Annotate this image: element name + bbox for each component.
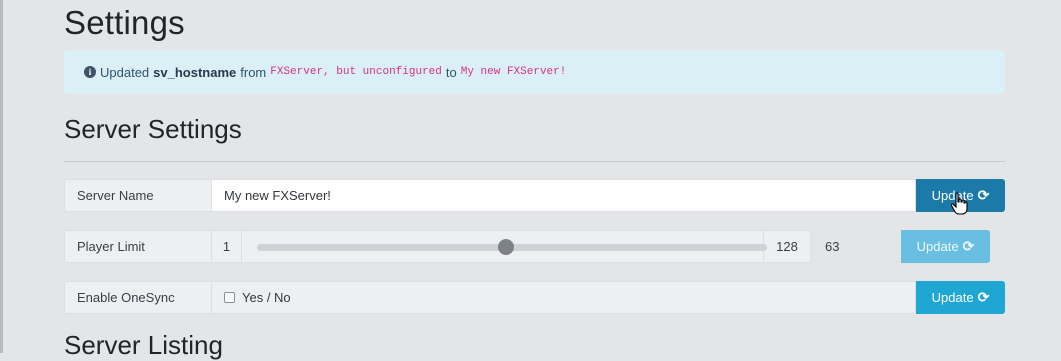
player-limit-slider[interactable] — [242, 230, 767, 263]
refresh-icon: ⟳ — [977, 187, 990, 203]
player-limit-label: Player Limit — [64, 230, 211, 263]
info-circle-icon: i — [84, 66, 96, 78]
player-limit-update-button[interactable]: Update ⟳ — [901, 230, 990, 263]
update-button-label: Update — [916, 239, 959, 254]
alert-old-value: FXServer, but unconfigured — [270, 66, 442, 78]
server-name-update-button[interactable]: Update ⟳ — [916, 179, 1005, 212]
slider-thumb[interactable] — [497, 239, 514, 255]
alert-key: sv_hostname — [153, 64, 237, 80]
update-button-label: Update — [931, 290, 974, 305]
alert-new-value: My new FXServer! — [460, 66, 567, 78]
player-limit-value: 63 — [825, 239, 840, 254]
update-alert: i Updated sv_hostname from FXServer, but… — [64, 50, 1005, 94]
server-name-row: Server Name My new FXServer! Update ⟳ — [64, 179, 1005, 212]
alert-to-word: to — [445, 64, 457, 80]
window-left-edge — [0, 0, 3, 353]
server-listing-heading: Server Listing — [64, 330, 223, 360]
server-name-input[interactable]: My new FXServer! — [211, 179, 916, 212]
section-divider — [64, 161, 1005, 162]
player-limit-min: 1 — [211, 230, 242, 263]
onesync-update-button[interactable]: Update ⟳ — [916, 281, 1005, 314]
onesync-checkbox-field: Yes / No — [211, 281, 916, 314]
alert-prefix: Updated — [100, 64, 150, 80]
player-limit-max: 128 — [763, 230, 811, 263]
onesync-label: Enable OneSync — [64, 281, 211, 314]
update-button-label: Update — [931, 188, 974, 203]
onesync-checkbox-label[interactable]: Yes / No — [242, 290, 291, 305]
refresh-icon: ⟳ — [977, 289, 990, 305]
server-name-label: Server Name — [64, 179, 211, 212]
page-title: Settings — [64, 4, 185, 41]
alert-from-word: from — [240, 64, 267, 80]
refresh-icon: ⟳ — [962, 238, 975, 254]
onesync-row: Enable OneSync Yes / No Update ⟳ — [64, 281, 1005, 314]
onesync-checkbox[interactable] — [224, 292, 235, 303]
player-limit-row: Player Limit 1 128 63 Update ⟳ — [64, 230, 1005, 263]
server-settings-heading: Server Settings — [64, 114, 242, 144]
